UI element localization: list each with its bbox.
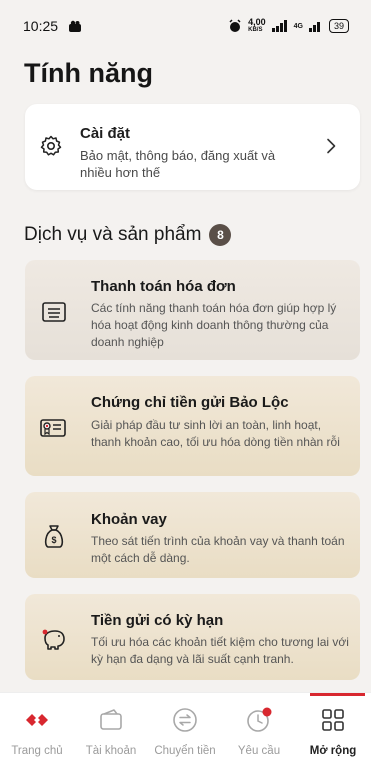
settings-description: Bảo mật, thông báo, đăng xuất và nhiều h… (80, 148, 276, 180)
signal-icon (271, 20, 287, 32)
product-description: Theo sát tiến trình của khoản vay và tha… (91, 534, 345, 565)
product-card-deposit-certificate[interactable]: Chứng chỉ tiền gửi Bảo Lộc Giải pháp đầu… (25, 376, 360, 476)
transfer-icon (173, 708, 197, 732)
wallet-icon (100, 709, 122, 730)
money-bag-icon: $ (44, 525, 64, 548)
section-title-text: Dịch vụ và sản phẩm (24, 224, 202, 245)
product-card-bill-payment[interactable]: Thanh toán hóa đơn Các tính năng thanh t… (25, 260, 360, 360)
product-card-term-deposit[interactable]: Tiền gửi có kỳ hạn Tối ưu hóa các khoản … (25, 594, 360, 680)
nav-item-account[interactable]: Tài khoản (74, 705, 148, 757)
product-title: Khoản vay (91, 511, 167, 528)
page-title: Tính năng (24, 58, 153, 88)
network-speed-unit: KB/S (248, 27, 263, 33)
nav-item-transfer[interactable]: Chuyển tiền (148, 705, 222, 757)
certificate-icon (40, 419, 66, 437)
gear-icon (40, 135, 62, 156)
product-title: Tiền gửi có kỳ hạn (91, 612, 224, 629)
nav-label: Yêu cầu (237, 745, 281, 757)
network-type: 4G (293, 22, 303, 30)
nav-item-home[interactable]: Trang chủ (0, 705, 74, 757)
bottom-navigation: Trang chủ Tài khoản Chuyển tiền Yêu cầu (0, 692, 371, 770)
battery-indicator: 39 (328, 19, 349, 33)
status-bar: 10:25 4,00 KB/S 4G 39 (0, 0, 371, 52)
grid-icon (322, 709, 344, 731)
product-description: Các tính năng thanh toán hóa đơn giúp hợ… (91, 301, 337, 349)
piggy-bank-icon (42, 629, 65, 650)
chevron-right-icon (327, 138, 336, 154)
product-card-loan[interactable]: $ Khoản vay Theo sát tiến trình của khoả… (25, 492, 360, 578)
nav-item-requests[interactable]: Yêu cầu (222, 705, 296, 757)
network-speed: 4,00 (248, 17, 266, 27)
product-description: Giải pháp đầu tư sinh lời an toàn, linh … (91, 418, 340, 449)
section-title: Dịch vụ và sản phẩm 8 (24, 224, 232, 246)
settings-title: Cài đặt (80, 125, 131, 142)
product-title: Thanh toán hóa đơn (91, 278, 236, 295)
active-tab-indicator (310, 693, 365, 696)
notification-icon (69, 20, 82, 32)
product-title: Chứng chỉ tiền gửi Bảo Lộc (91, 394, 289, 411)
nav-label: Tài khoản (85, 745, 137, 757)
product-description: Tối ưu hóa các khoản tiết kiệm cho tương… (91, 635, 349, 666)
home-logo-icon (26, 714, 48, 726)
alarm-icon (229, 19, 241, 32)
bill-icon (42, 302, 66, 322)
nav-label: Chuyển tiền (154, 745, 216, 757)
svg-text:$: $ (51, 535, 56, 545)
nav-label: Trang chủ (11, 745, 63, 757)
count-badge: 8 (209, 224, 232, 246)
nav-label: Mở rộng (309, 745, 357, 757)
signal-icon-2 (308, 22, 320, 32)
history-icon (247, 707, 272, 732)
settings-card[interactable]: Cài đặt Bảo mật, thông báo, đăng xuất và… (25, 104, 360, 190)
status-time: 10:25 (23, 18, 59, 34)
nav-item-more[interactable]: Mở rộng (296, 705, 370, 757)
